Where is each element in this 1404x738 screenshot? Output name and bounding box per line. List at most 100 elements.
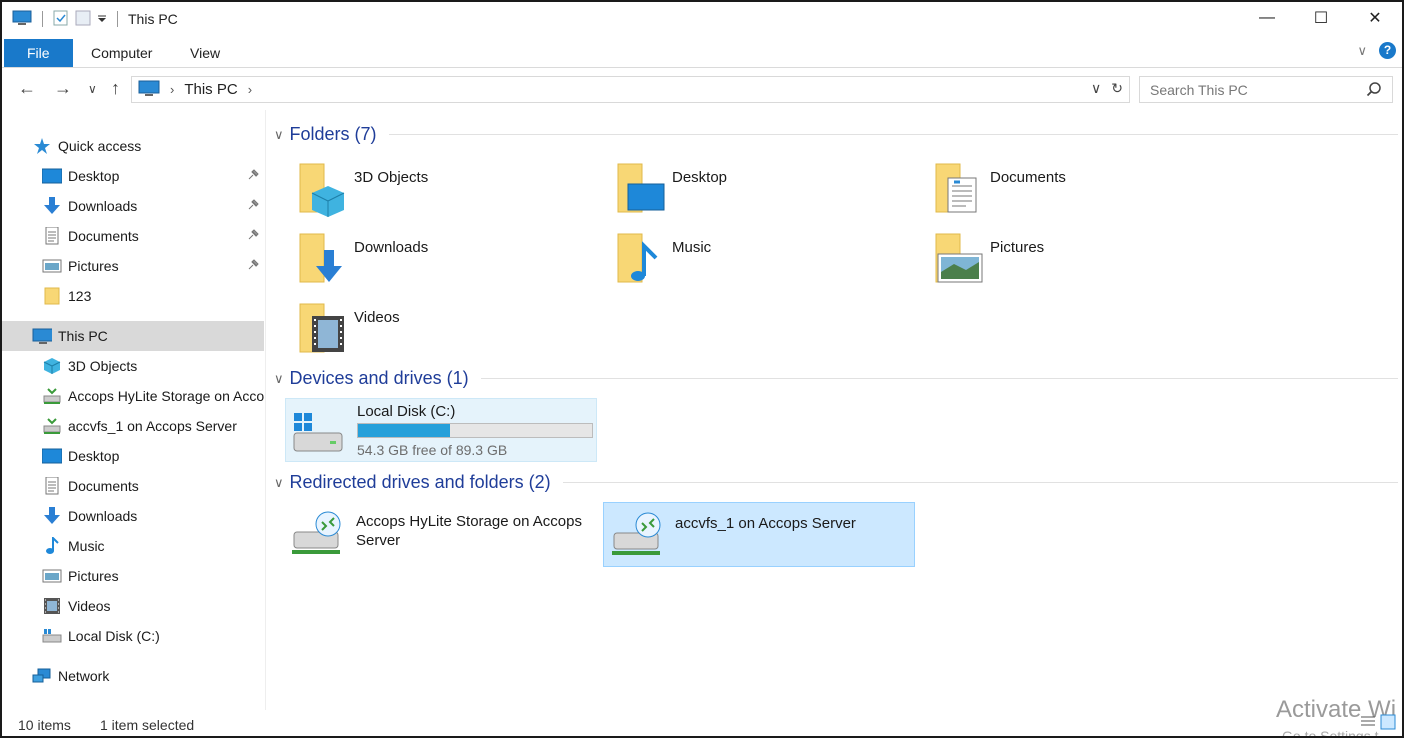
sidebar-item-videos[interactable]: Videos: [2, 591, 264, 621]
sidebar-item-label: Accops HyLite Storage on Accops Server: [68, 388, 264, 404]
divider: [480, 378, 1398, 379]
collapse-icon[interactable]: ∨: [274, 371, 284, 387]
ribbon-tabs: File Computer View ∨ ?: [2, 38, 1402, 68]
address-bar[interactable]: › This PC › ∨ ↻: [131, 76, 1130, 103]
pin-icon[interactable]: [246, 198, 260, 215]
details-view-icon[interactable]: [1360, 714, 1376, 733]
group-header-folders[interactable]: ∨ Folders (7): [274, 124, 1398, 145]
drive-local-disk[interactable]: Local Disk (C:) 54.3 GB free of 89.3 GB: [285, 398, 597, 462]
sidebar-item-label: Network: [58, 668, 110, 684]
sidebar-item-pictures-pc[interactable]: Pictures: [2, 561, 264, 591]
help-icon[interactable]: ?: [1379, 42, 1396, 59]
this-pc-icon: [12, 10, 32, 29]
folder-label: Desktop: [672, 169, 728, 186]
refresh-icon[interactable]: ↻: [1111, 80, 1123, 97]
pin-icon[interactable]: [246, 258, 260, 275]
network-drive-icon: [42, 417, 62, 435]
sidebar-item-label: Music: [68, 538, 105, 554]
tab-computer[interactable]: Computer: [75, 39, 168, 67]
sidebar-item-desktop[interactable]: Desktop: [2, 161, 264, 191]
sidebar-item-3d-objects[interactable]: 3D Objects: [2, 351, 264, 381]
sidebar-item-label: Local Disk (C:): [68, 628, 160, 644]
sidebar-item-quick-access[interactable]: Quick access: [2, 131, 264, 161]
drive-free-space: 54.3 GB free of 89.3 GB: [357, 442, 508, 458]
folder-downloads[interactable]: Downloads: [298, 232, 428, 290]
sidebar-item-label: accvfs_1 on Accops Server: [68, 418, 237, 434]
folder-label: Documents: [990, 169, 1066, 186]
close-button[interactable]: ✕: [1348, 2, 1402, 34]
minimize-button[interactable]: —: [1240, 2, 1294, 34]
sidebar-item-label: Documents: [68, 228, 139, 244]
3d-objects-icon: [298, 162, 350, 220]
folder-label: Pictures: [990, 239, 1045, 256]
sidebar-item-downloads-pc[interactable]: Downloads: [2, 501, 264, 531]
videos-icon: [42, 597, 62, 615]
star-icon: [32, 137, 52, 155]
music-icon: [616, 232, 668, 290]
search-icon[interactable]: [1366, 81, 1382, 100]
navigation-bar: ← → ∨ ↑ › This PC › ∨ ↻: [2, 70, 1402, 110]
folder-label: Downloads: [354, 239, 429, 256]
ribbon-right: ∨ ?: [1357, 42, 1396, 59]
desktop-icon: [616, 162, 668, 220]
sidebar-item-123[interactable]: 123: [2, 281, 264, 311]
pin-icon[interactable]: [246, 228, 260, 245]
sidebar-item-label: Quick access: [58, 138, 142, 154]
sidebar-item-downloads[interactable]: Downloads: [2, 191, 264, 221]
search-box[interactable]: [1139, 76, 1393, 103]
breadcrumb-this-pc[interactable]: This PC: [184, 81, 237, 98]
recent-locations-button[interactable]: ∨: [88, 82, 97, 96]
pictures-icon: [934, 232, 986, 290]
group-header-devices[interactable]: ∨ Devices and drives (1): [274, 368, 1398, 389]
sidebar-item-local-disk[interactable]: Local Disk (C:): [2, 621, 264, 651]
maximize-button[interactable]: ☐: [1294, 2, 1348, 34]
folder-desktop[interactable]: Desktop: [616, 162, 727, 220]
collapse-icon[interactable]: ∨: [274, 127, 284, 143]
breadcrumb-separator[interactable]: ›: [248, 82, 252, 97]
collapse-icon[interactable]: ∨: [274, 475, 284, 491]
group-header-redirected[interactable]: ∨ Redirected drives and folders (2): [274, 472, 1398, 493]
sidebar-item-pictures[interactable]: Pictures: [2, 251, 264, 281]
breadcrumb-separator[interactable]: ›: [170, 82, 174, 97]
back-button[interactable]: ←: [18, 78, 36, 99]
sidebar-item-documents-pc[interactable]: Documents: [2, 471, 264, 501]
up-button[interactable]: ↑: [111, 78, 120, 99]
sidebar-item-music[interactable]: Music: [2, 531, 264, 561]
redirected-drive-accops-hylite[interactable]: Accops HyLite Storage on Accops Server: [288, 506, 582, 564]
large-icons-view-icon[interactable]: [1380, 714, 1396, 733]
address-tail: ∨ ↻: [1091, 80, 1123, 97]
this-pc-icon: [32, 327, 52, 345]
network-icon: [32, 667, 52, 685]
folder-3d-objects[interactable]: 3D Objects: [298, 162, 428, 220]
tab-view[interactable]: View: [174, 39, 236, 67]
customize-toolbar-icon[interactable]: [97, 11, 107, 27]
sidebar-item-label: Downloads: [68, 508, 138, 524]
folder-pictures[interactable]: Pictures: [934, 232, 1044, 290]
documents-icon: [934, 162, 986, 220]
tab-file[interactable]: File: [4, 39, 73, 67]
documents-icon: [42, 477, 62, 495]
divider: [117, 11, 118, 27]
forward-button[interactable]: →: [54, 78, 72, 99]
sidebar-item-accvfs-1[interactable]: accvfs_1 on Accops Server: [2, 411, 264, 441]
group-title: Redirected drives and folders (2): [289, 472, 551, 492]
new-folder-icon[interactable]: [75, 10, 91, 29]
pin-icon[interactable]: [246, 168, 260, 185]
sidebar-item-label: Desktop: [68, 168, 120, 184]
local-disk-icon: [292, 411, 344, 458]
folder-documents[interactable]: Documents: [934, 162, 1066, 220]
sidebar-item-accops-hylite-storage[interactable]: Accops HyLite Storage on Accops Server: [2, 381, 264, 411]
expand-ribbon-icon[interactable]: ∨: [1357, 43, 1367, 59]
sidebar-item-label: Downloads: [68, 198, 138, 214]
sidebar-item-this-pc[interactable]: This PC: [2, 321, 264, 351]
redirected-label: accvfs_1 on Accops Server: [675, 515, 856, 532]
folder-videos[interactable]: Videos: [298, 302, 400, 360]
sidebar-item-documents[interactable]: Documents: [2, 221, 264, 251]
redirected-drive-accvfs-1[interactable]: accvfs_1 on Accops Server: [603, 502, 915, 567]
sidebar-item-desktop-pc[interactable]: Desktop: [2, 441, 264, 471]
properties-icon[interactable]: [53, 10, 69, 29]
folder-music[interactable]: Music: [616, 232, 711, 290]
sidebar-item-network[interactable]: Network: [2, 661, 264, 691]
search-input[interactable]: [1140, 81, 1350, 98]
address-dropdown-icon[interactable]: ∨: [1091, 80, 1101, 97]
